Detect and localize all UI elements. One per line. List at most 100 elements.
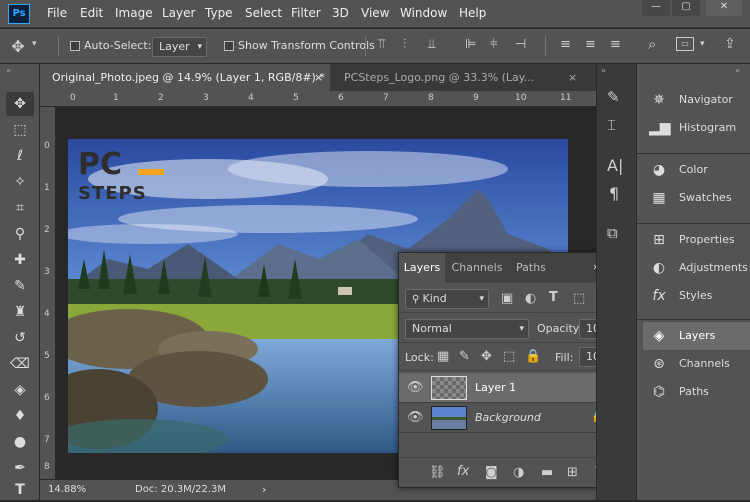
layer-name[interactable]: Layer 1 xyxy=(475,381,516,394)
share-icon[interactable]: ⇪ xyxy=(724,36,736,52)
lock-artboard-icon[interactable]: ⬚ xyxy=(503,349,515,364)
new-group-icon[interactable]: ▬ xyxy=(541,465,553,480)
chevron-down-icon[interactable]: ▾ xyxy=(32,39,37,49)
link-layers-icon[interactable]: ⛓ xyxy=(429,465,446,480)
panel-swatches[interactable]: ▦ Swatches xyxy=(643,184,750,212)
lasso-tool-icon[interactable]: ℓ xyxy=(6,144,34,168)
character-icon[interactable]: A| xyxy=(607,156,623,175)
collapse-icon[interactable]: » xyxy=(6,66,11,75)
tab-channels[interactable]: Channels xyxy=(447,253,507,283)
blur-tool-icon[interactable]: ♦ xyxy=(6,404,34,428)
distribute-top-icon[interactable]: ≡ xyxy=(560,37,571,52)
close-icon[interactable]: × xyxy=(314,64,323,91)
filter-adjustment-icon[interactable]: ◐ xyxy=(525,291,536,306)
brush-settings-icon[interactable]: ✎ xyxy=(607,88,620,106)
menu-window[interactable]: Window xyxy=(400,6,447,20)
paragraph-icon[interactable]: ¶ xyxy=(609,184,619,203)
align-top-icon[interactable]: ⫪ xyxy=(378,37,385,52)
paint-bucket-tool-icon[interactable]: ◈ xyxy=(6,378,34,402)
magic-wand-tool-icon[interactable]: ✧ xyxy=(6,170,34,194)
new-layer-icon[interactable]: ⊞ xyxy=(567,465,578,480)
type-tool-icon[interactable]: T xyxy=(6,478,34,502)
dodge-tool-icon[interactable]: ● xyxy=(6,430,34,454)
lock-transparency-icon[interactable]: ▦ xyxy=(437,349,449,364)
panel-histogram[interactable]: ▂▆ Histogram xyxy=(643,114,750,142)
pen-tool-icon[interactable]: ✒ xyxy=(6,456,34,480)
eraser-tool-icon[interactable]: ⌫ xyxy=(6,352,34,376)
workspace-icon[interactable]: ▭ xyxy=(676,37,694,51)
distribute-center-icon[interactable]: ≡ xyxy=(585,37,596,52)
add-mask-icon[interactable]: ◙ xyxy=(485,465,498,480)
close-icon[interactable]: × xyxy=(568,64,577,91)
distribute-bottom-icon[interactable]: ≡ xyxy=(610,37,621,52)
healing-brush-tool-icon[interactable]: ✚ xyxy=(6,248,34,272)
menu-select[interactable]: Select xyxy=(245,6,282,20)
panel-properties[interactable]: ⊞ Properties xyxy=(643,226,750,254)
panel-channels[interactable]: ⊛ Channels xyxy=(643,350,750,378)
panel-color[interactable]: ◕ Color xyxy=(643,156,750,184)
chevron-down-icon[interactable]: ▾ xyxy=(700,39,705,49)
panel-layers[interactable]: ◈ Layers xyxy=(643,322,750,350)
eyedropper-tool-icon[interactable]: ⚲ xyxy=(6,222,34,246)
align-right-icon[interactable]: ⊣ xyxy=(515,37,526,52)
brush-tool-icon[interactable]: ✎ xyxy=(6,274,34,298)
menu-edit[interactable]: Edit xyxy=(80,6,103,20)
minimize-button[interactable]: — xyxy=(642,0,670,16)
crop-tool-icon[interactable]: ⌗ xyxy=(6,196,34,220)
auto-select-checkbox[interactable] xyxy=(70,41,80,51)
history-brush-tool-icon[interactable]: ↺ xyxy=(6,326,34,350)
maximize-button[interactable]: ▢ xyxy=(672,0,700,16)
adjustment-layer-icon[interactable]: ◑ xyxy=(513,465,524,480)
align-vcenter-icon[interactable]: ⫶ xyxy=(403,37,406,52)
layer-name[interactable]: Background xyxy=(475,411,541,424)
menu-view[interactable]: View xyxy=(361,6,389,20)
menu-image[interactable]: Image xyxy=(115,6,153,20)
panel-adjustments[interactable]: ◐ Adjustments xyxy=(643,254,750,282)
zoom-level[interactable]: 14.88% xyxy=(48,484,86,495)
panel-label: Styles xyxy=(679,289,713,302)
lock-position-icon[interactable]: ✥ xyxy=(481,349,492,364)
lock-all-icon[interactable]: 🔒 xyxy=(525,349,541,364)
visibility-eye-icon[interactable]: 👁 xyxy=(407,380,424,395)
filter-kind-dropdown[interactable]: ⚲ Kind ▾ xyxy=(405,289,489,309)
auto-select-dropdown[interactable]: Layer ▾ xyxy=(152,37,207,57)
menu-layer[interactable]: Layer xyxy=(162,6,195,20)
menu-help[interactable]: Help xyxy=(459,6,486,20)
filter-shape-icon[interactable]: ⬚ xyxy=(573,291,585,306)
visibility-eye-icon[interactable]: 👁 xyxy=(407,410,424,425)
collapse-icon[interactable]: « xyxy=(735,66,740,75)
tab-original-photo[interactable]: Original_Photo.jpeg @ 14.9% (Layer 1, RG… xyxy=(40,64,330,91)
lock-pixels-icon[interactable]: ✎ xyxy=(459,349,470,364)
align-bottom-icon[interactable]: ⫫ xyxy=(428,37,435,52)
menu-filter[interactable]: Filter xyxy=(291,6,321,20)
menu-type[interactable]: Type xyxy=(205,6,233,20)
show-transform-checkbox[interactable] xyxy=(224,41,234,51)
clone-stamp-tool-icon[interactable]: ♜ xyxy=(6,300,34,324)
search-icon[interactable]: ⌕ xyxy=(648,35,656,53)
tab-paths[interactable]: Paths xyxy=(509,253,553,283)
move-icon[interactable]: ✥ xyxy=(8,37,28,56)
align-left-icon[interactable]: ⊫ xyxy=(465,37,476,52)
glyph-panel-icon[interactable]: ⧉ xyxy=(607,224,618,242)
pcsteps-watermark-logo: PC xyxy=(78,147,123,182)
filter-type-icon[interactable]: T xyxy=(549,290,558,305)
blend-mode-dropdown[interactable]: Normal ▾ xyxy=(405,319,529,339)
panel-navigator[interactable]: ✵ Navigator xyxy=(643,86,750,114)
tab-pcsteps-logo[interactable]: PCSteps_Logo.png @ 33.3% (Lay... × xyxy=(332,64,592,91)
marquee-tool-icon[interactable]: ⬚ xyxy=(6,118,34,142)
options-bar: ✥ ▾ Auto-Select: Layer ▾ Show Transform … xyxy=(0,29,750,64)
tab-layers[interactable]: Layers xyxy=(399,253,445,283)
menu-file[interactable]: File xyxy=(47,6,67,20)
close-window-button[interactable]: ✕ xyxy=(706,0,742,16)
brushes-icon[interactable]: ⌶ xyxy=(607,116,616,134)
panel-styles[interactable]: fx Styles xyxy=(643,282,750,310)
filter-pixel-icon[interactable]: ▣ xyxy=(501,291,513,306)
layer-style-fx-icon[interactable]: fx xyxy=(457,464,469,479)
pcsteps-watermark-subtitle: STEPS xyxy=(78,183,147,204)
move-tool-icon[interactable]: ✥ xyxy=(6,92,34,116)
align-hcenter-icon[interactable]: ⫩ xyxy=(490,37,497,52)
collapse-icon[interactable]: » xyxy=(601,66,606,75)
status-menu-arrow[interactable]: › xyxy=(262,483,266,496)
panel-paths[interactable]: ⌬ Paths xyxy=(643,378,750,406)
menu-3d[interactable]: 3D xyxy=(332,6,349,20)
